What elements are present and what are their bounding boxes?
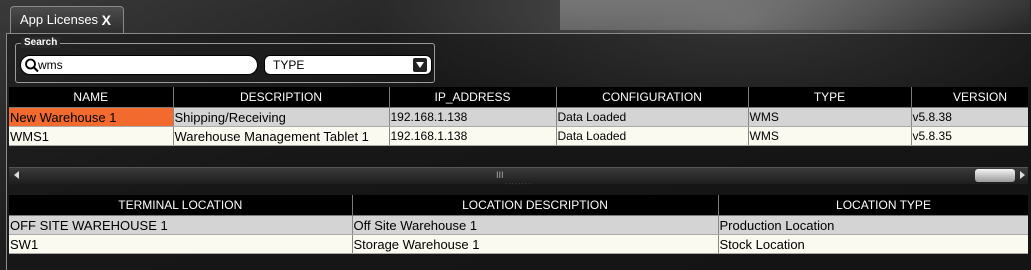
scroll-right-icon[interactable] [1020, 171, 1025, 179]
column-header-type[interactable]: TYPE [748, 87, 912, 108]
locations-header-row: TERMINAL LOCATION LOCATION DESCRIPTION L… [9, 195, 1028, 216]
column-header-configuration[interactable]: CONFIGURATION [556, 87, 749, 108]
locations-table: TERMINAL LOCATION LOCATION DESCRIPTION L… [9, 195, 1028, 254]
dropdown-arrow-icon[interactable] [413, 58, 427, 72]
cell-version[interactable]: v5.8.38 [911, 107, 1028, 127]
scrollbar-grip: III [496, 170, 504, 180]
column-header-description[interactable]: DESCRIPTION [173, 87, 390, 108]
tab-label: App Licenses [20, 12, 99, 27]
cell-location-description[interactable]: Off Site Warehouse 1 [352, 215, 719, 235]
cell-name[interactable]: WMS1 [9, 126, 174, 146]
table-row[interactable]: SW1 Storage Warehouse 1 Stock Location [9, 234, 1028, 254]
tab-app-licenses[interactable]: App Licenses X [10, 6, 124, 34]
cell-terminal-location[interactable]: SW1 [9, 234, 353, 254]
panel-splitter[interactable]: ˙˙˙˙˙˙˙˙ [9, 184, 1028, 193]
cell-ip-address[interactable]: 192.168.1.138 [389, 107, 557, 127]
search-field[interactable] [20, 55, 258, 75]
cell-description[interactable]: Warehouse Management Tablet 1 [173, 126, 390, 146]
column-header-version[interactable]: VERSION [911, 87, 1028, 108]
table-row[interactable]: New Warehouse 1 Shipping/Receiving 192.1… [9, 107, 1028, 127]
search-legend: Search [21, 37, 61, 48]
licenses-header-row: NAME DESCRIPTION IP_ADDRESS CONFIGURATIO… [9, 87, 1028, 108]
cell-description[interactable]: Shipping/Receiving [173, 107, 390, 127]
cell-terminal-location[interactable]: OFF SITE WAREHOUSE 1 [9, 215, 353, 235]
cell-configuration[interactable]: Data Loaded [556, 126, 749, 146]
cell-location-description[interactable]: Storage Warehouse 1 [352, 234, 719, 254]
locations-grid: TERMINAL LOCATION LOCATION DESCRIPTION L… [9, 195, 1028, 255]
background-beam [560, 0, 1030, 30]
cell-location-type[interactable]: Production Location [718, 215, 1028, 235]
scroll-left-icon[interactable] [14, 171, 19, 179]
cell-type[interactable]: WMS [748, 126, 912, 146]
column-header-location-description[interactable]: LOCATION DESCRIPTION [352, 195, 719, 216]
cell-location-type[interactable]: Stock Location [718, 234, 1028, 254]
close-tab-icon[interactable]: X [102, 7, 111, 33]
cell-version[interactable]: v5.8.35 [911, 126, 1028, 146]
column-header-ip-address[interactable]: IP_ADDRESS [389, 87, 557, 108]
type-dropdown[interactable]: TYPE [264, 55, 432, 75]
table-row[interactable]: WMS1 Warehouse Management Tablet 1 192.1… [9, 126, 1028, 146]
column-header-terminal-location[interactable]: TERMINAL LOCATION [9, 195, 353, 216]
cell-ip-address[interactable]: 192.168.1.138 [389, 126, 557, 146]
column-header-name[interactable]: NAME [9, 87, 174, 108]
scrollbar-thumb[interactable] [975, 169, 1015, 182]
licenses-table: NAME DESCRIPTION IP_ADDRESS CONFIGURATIO… [9, 87, 1028, 146]
table-row[interactable]: OFF SITE WAREHOUSE 1 Off Site Warehouse … [9, 215, 1028, 235]
cell-name[interactable]: New Warehouse 1 [9, 107, 174, 127]
cell-configuration[interactable]: Data Loaded [556, 107, 749, 127]
licenses-grid: NAME DESCRIPTION IP_ADDRESS CONFIGURATIO… [9, 87, 1028, 147]
horizontal-scrollbar[interactable]: III [9, 167, 1028, 184]
cell-type[interactable]: WMS [748, 107, 912, 127]
column-header-location-type[interactable]: LOCATION TYPE [718, 195, 1028, 216]
search-input[interactable] [38, 57, 252, 73]
type-dropdown-value: TYPE [273, 58, 305, 72]
